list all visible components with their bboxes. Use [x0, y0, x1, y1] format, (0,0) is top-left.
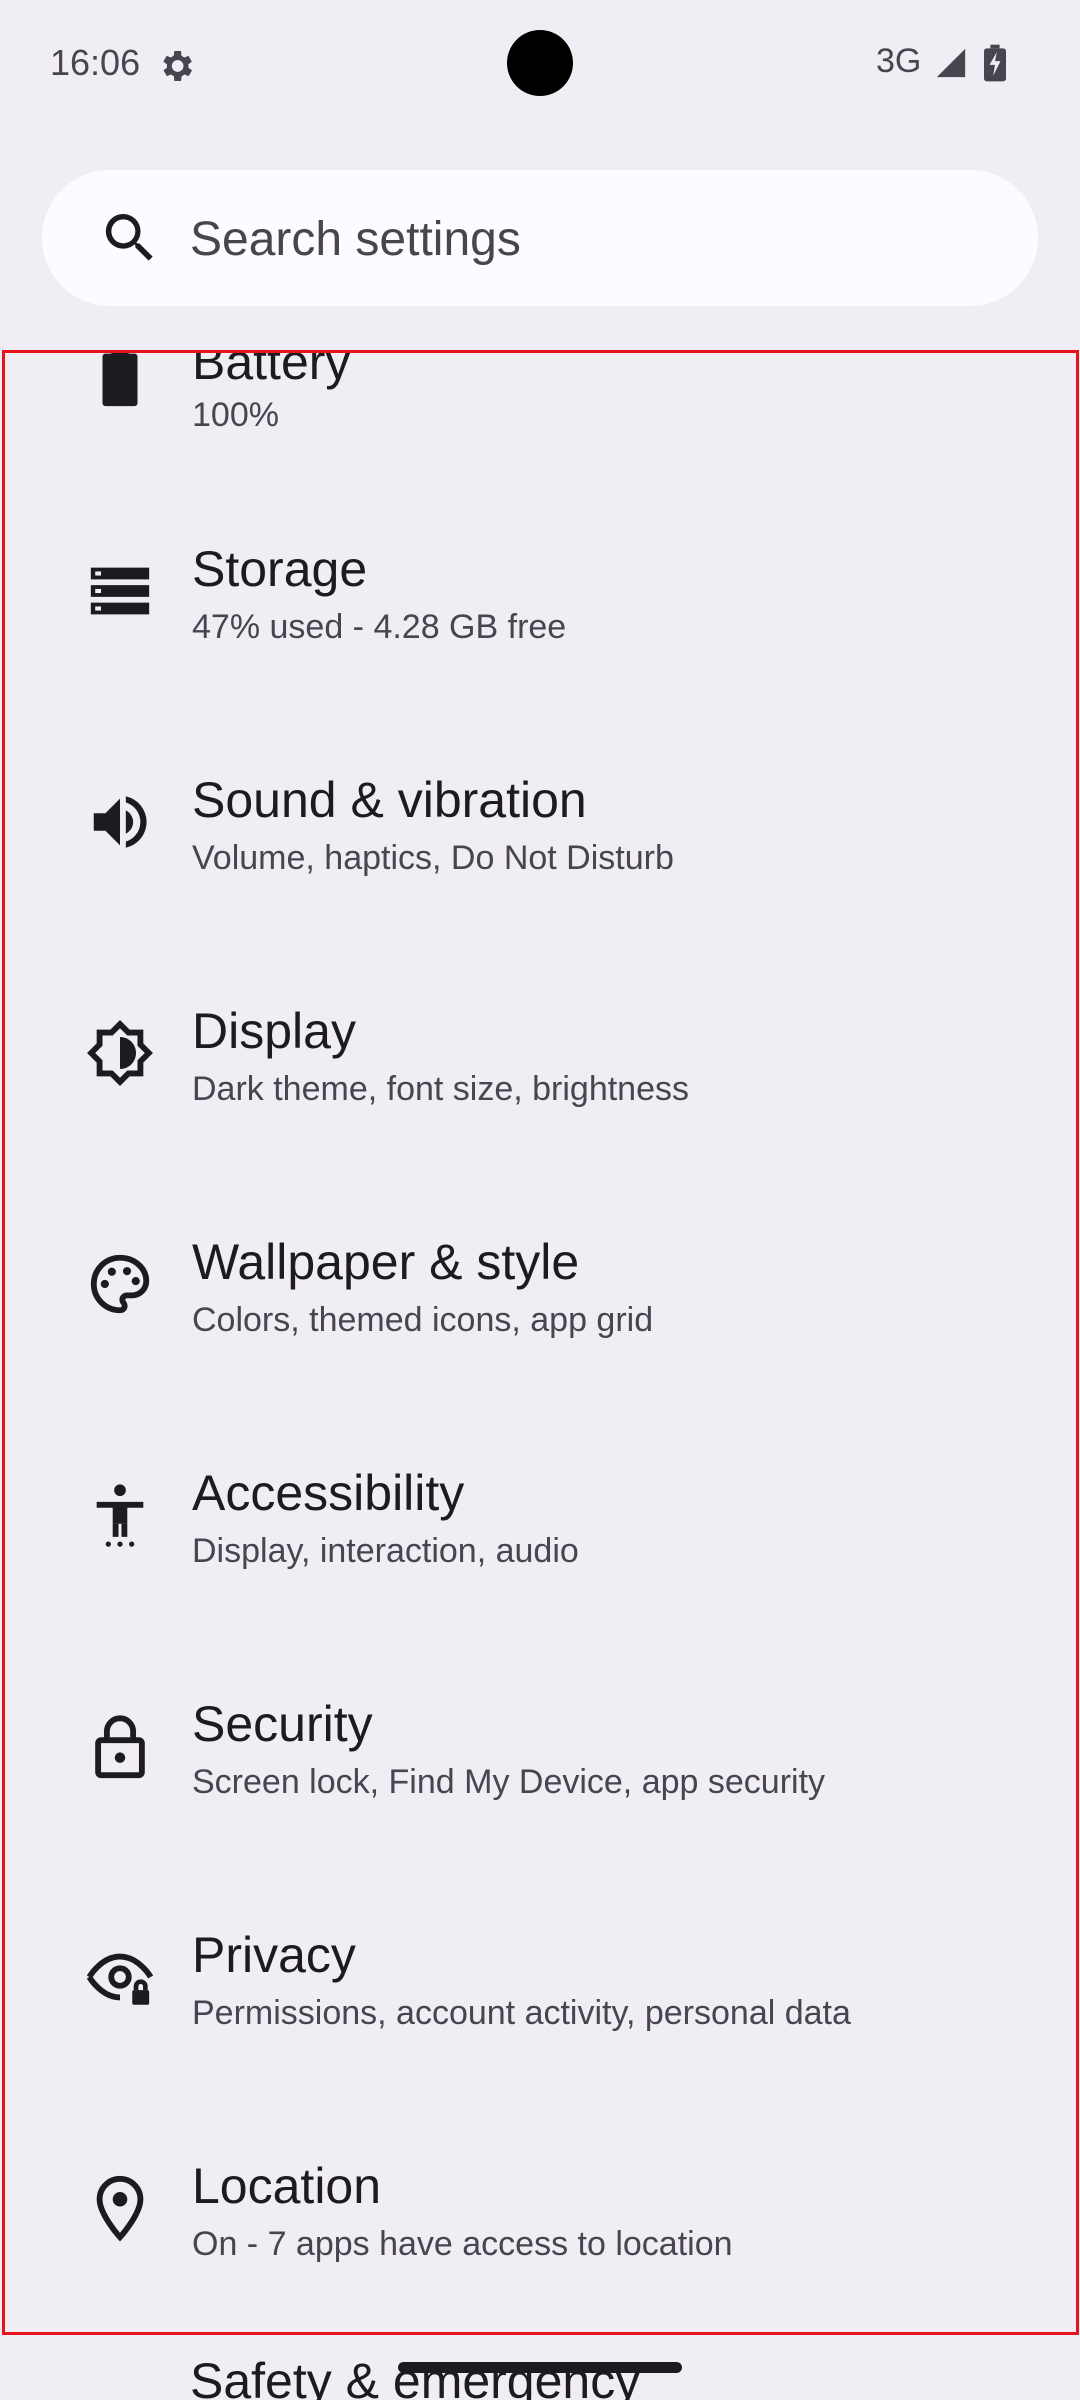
signal-icon: [936, 48, 966, 78]
settings-item-subtitle: Permissions, account activity, personal …: [192, 1994, 851, 2032]
settings-item-title: Battery: [192, 350, 351, 390]
settings-item-accessibility[interactable]: Accessibility Display, interaction, audi…: [5, 1402, 1076, 1633]
settings-item-subtitle: Colors, themed icons, app grid: [192, 1301, 654, 1339]
settings-item-title: Sound & vibration: [192, 772, 587, 828]
brightness-icon: [87, 1020, 153, 1086]
privacy-eye-icon: [86, 1953, 154, 2005]
settings-item-subtitle: 47% used - 4.28 GB free: [192, 608, 567, 646]
settings-item-subtitle: Screen lock, Find My Device, app securit…: [192, 1763, 826, 1801]
settings-item-title: Storage: [192, 541, 368, 597]
settings-item-display[interactable]: Display Dark theme, font size, brightnes…: [5, 940, 1076, 1171]
settings-item-sound-vibration[interactable]: Sound & vibration Volume, haptics, Do No…: [5, 709, 1076, 940]
settings-item-security[interactable]: Security Screen lock, Find My Device, ap…: [5, 1633, 1076, 1864]
accessibility-icon: [96, 1484, 144, 1547]
gesture-navigation-bar[interactable]: [398, 2362, 682, 2373]
palette-icon: [90, 1254, 150, 1314]
settings-item-title: Display: [192, 1003, 356, 1059]
settings-item-storage[interactable]: Storage 47% used - 4.28 GB free: [5, 478, 1076, 709]
battery-icon: [102, 353, 138, 407]
network-type: 3G: [876, 42, 922, 80]
camera-cutout: [507, 30, 573, 96]
storage-icon: [90, 567, 150, 615]
search-bar[interactable]: Search settings: [42, 170, 1038, 306]
settings-item-wallpaper-style[interactable]: Wallpaper & style Colors, themed icons, …: [5, 1171, 1076, 1402]
settings-item-subtitle: 100%: [192, 396, 279, 434]
settings-item-subtitle: Display, interaction, audio: [192, 1532, 579, 1570]
settings-item-title: Accessibility: [192, 1465, 465, 1521]
search-placeholder: Search settings: [190, 213, 521, 266]
volume-icon: [93, 796, 147, 848]
settings-item-location[interactable]: Location On - 7 apps have access to loca…: [5, 2095, 1076, 2326]
settings-item-title: Location: [192, 2158, 382, 2214]
location-pin-icon: [96, 2175, 144, 2242]
lock-icon: [95, 1715, 145, 1779]
status-bar: 16:06 3G: [0, 0, 1080, 130]
settings-item-safety-emergency-peek[interactable]: Safety & emergency: [190, 2352, 640, 2400]
settings-item-subtitle: On - 7 apps have access to location: [192, 2225, 733, 2263]
settings-item-privacy[interactable]: Privacy Permissions, account activity, p…: [5, 1864, 1076, 2095]
settings-item-title: Privacy: [192, 1927, 356, 1983]
settings-gear-icon: [163, 51, 192, 81]
battery-charging-icon: [984, 44, 1006, 82]
search-icon: [105, 214, 153, 261]
settings-item-subtitle: Volume, haptics, Do Not Disturb: [192, 839, 674, 877]
settings-item-battery[interactable]: Battery 100%: [5, 350, 1076, 478]
settings-item-subtitle: Dark theme, font size, brightness: [192, 1070, 690, 1108]
settings-list[interactable]: Battery 100% Storage 47% used - 4.28 GB …: [2, 350, 1079, 2335]
status-time: 16:06: [50, 42, 141, 83]
settings-item-title: Wallpaper & style: [192, 1234, 580, 1290]
settings-item-title: Security: [192, 1696, 373, 1752]
